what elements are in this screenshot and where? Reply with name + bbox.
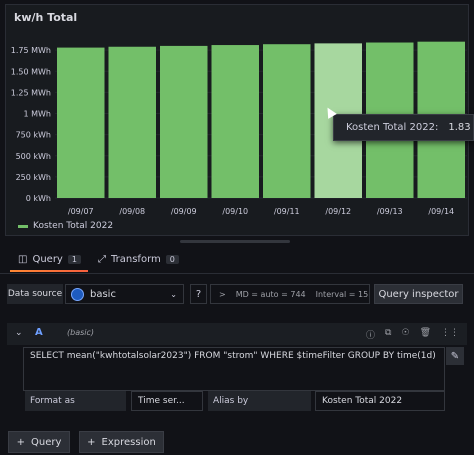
datasource-value: basic: [90, 288, 116, 300]
bar: [57, 47, 105, 199]
y-tick-label: 1.75 MWh: [11, 46, 51, 55]
query-options-button[interactable]: > MD = auto = 744 Interval = 15m: [210, 284, 370, 304]
datasource-logo-icon: [71, 287, 84, 301]
min-interval: Interval = 15m: [315, 289, 370, 299]
add-expression-label: Expression: [101, 436, 156, 448]
datasource-label: Data source: [7, 284, 63, 304]
x-tick-label: /09/11: [274, 207, 300, 216]
tab-query-count: 1: [67, 255, 81, 264]
format-as-value: Time ser...: [138, 396, 185, 406]
y-tick-label: 0 kWh: [26, 194, 51, 203]
y-tick-label: 1.25 MWh: [11, 88, 51, 97]
query-row-actions: ⓘ ⧉ ☉ 🗑 ⋮⋮: [366, 328, 459, 341]
tooltip-value: 1.83 MWh: [448, 122, 473, 133]
plus-icon: +: [87, 436, 96, 448]
query-datasource-name: (basic): [67, 328, 95, 337]
editor-tabs: ◫ Query 1 ⤢ Transform 0: [0, 248, 474, 272]
transform-icon: ⤢: [98, 254, 106, 265]
tabs-divider: [0, 273, 474, 274]
tab-transform-label: Transform: [111, 254, 161, 265]
datasource-picker[interactable]: basic ⌄: [65, 284, 184, 304]
active-tab-indicator: [10, 270, 88, 272]
drag-handle-icon[interactable]: ⋮⋮: [441, 328, 459, 341]
legend[interactable]: Kosten Total 2022: [18, 221, 113, 231]
format-as-label: Format as: [25, 391, 126, 411]
query-row-header[interactable]: ⌄ A (basic) ⓘ ⧉ ☉ 🗑 ⋮⋮: [7, 323, 467, 345]
raw-query-editor[interactable]: SELECT mean("kwhtotalsolar2023") FROM "s…: [23, 347, 445, 391]
x-tick-label: /09/12: [325, 207, 351, 216]
pencil-icon[interactable]: ✎: [446, 347, 464, 365]
database-icon: ◫: [18, 254, 28, 265]
add-query-button[interactable]: + Query: [8, 431, 70, 453]
collapse-caret-icon[interactable]: ⌄: [15, 328, 23, 338]
chevron-down-icon: ⌄: [170, 289, 177, 299]
alias-by-input[interactable]: Kosten Total 2022: [315, 391, 445, 411]
y-tick-label: 1.50 MWh: [11, 67, 51, 76]
chart-tooltip: Kosten Total 2022: 1.83 MWh: [333, 114, 474, 141]
tab-transform-count: 0: [165, 255, 179, 264]
query-ref-id[interactable]: A: [35, 327, 43, 338]
help-icon[interactable]: ?: [190, 284, 207, 304]
bar: [108, 46, 156, 199]
chevron-right-icon: >: [219, 289, 226, 299]
y-tick-label: 250 kWh: [16, 173, 51, 182]
y-tick-label: 500 kWh: [16, 152, 51, 161]
alias-by-label: Alias by: [208, 391, 311, 411]
tooltip-label: Kosten Total 2022:: [346, 122, 439, 133]
legend-swatch: [18, 224, 28, 228]
y-tick-label: 1 MWh: [23, 110, 51, 119]
x-tick-label: /09/09: [171, 207, 197, 216]
plus-icon: +: [16, 436, 25, 448]
max-data-points: MD = auto = 744: [235, 289, 306, 299]
format-as-select[interactable]: Time ser...: [131, 391, 203, 411]
tab-transform[interactable]: ⤢ Transform 0: [98, 254, 179, 265]
x-tick-label: /09/13: [377, 207, 403, 216]
help-icon[interactable]: ⓘ: [366, 328, 375, 341]
x-tick-label: /09/08: [119, 207, 145, 216]
tab-query-label: Query: [32, 254, 63, 265]
tab-query[interactable]: ◫ Query 1: [18, 254, 81, 265]
add-query-label: Query: [31, 436, 62, 448]
pane-splitter-handle[interactable]: [180, 240, 290, 243]
y-tick-label: 750 kWh: [16, 131, 51, 140]
add-expression-button[interactable]: + Expression: [79, 431, 164, 453]
bar: [211, 45, 259, 199]
x-tick-label: /09/10: [222, 207, 248, 216]
legend-label: Kosten Total 2022: [33, 221, 114, 231]
duplicate-icon[interactable]: ⧉: [385, 328, 391, 341]
trash-icon[interactable]: 🗑: [420, 328, 431, 341]
bar: [160, 45, 208, 199]
eye-icon[interactable]: ☉: [401, 328, 409, 341]
x-tick-label: /09/07: [68, 207, 94, 216]
x-tick-label: /09/14: [428, 207, 454, 216]
bar: [263, 44, 311, 199]
query-inspector-button[interactable]: Query inspector: [374, 284, 463, 304]
